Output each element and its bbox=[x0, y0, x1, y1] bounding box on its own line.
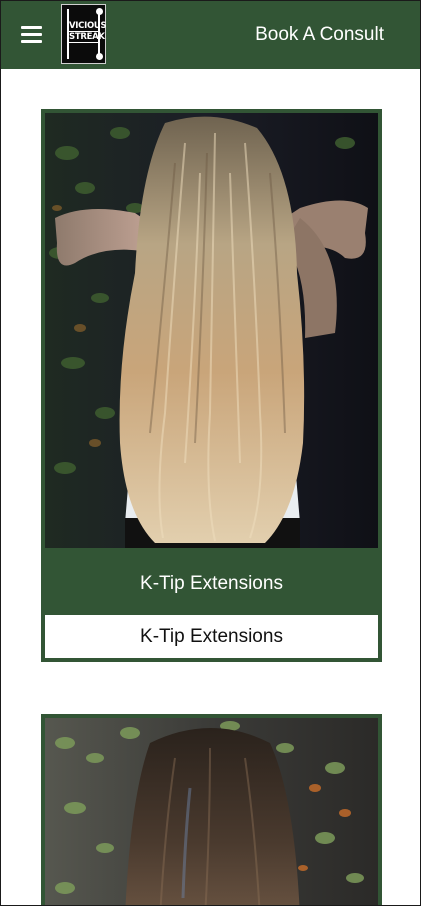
logo-bottom-dot bbox=[96, 53, 103, 60]
site-header: VICIOUS STREAK Book A Consult bbox=[1, 1, 420, 69]
service-title: K-Tip Extensions bbox=[140, 573, 283, 594]
logo-text-line2: STREAK bbox=[69, 32, 105, 43]
hamburger-menu-icon[interactable] bbox=[21, 25, 42, 43]
service-photo-dark-hair bbox=[45, 718, 378, 905]
book-a-consult-link[interactable]: Book A Consult bbox=[255, 23, 384, 47]
logo-text-line1: VICIOUS bbox=[69, 21, 107, 32]
vicious-streak-logo[interactable]: VICIOUS STREAK bbox=[61, 4, 107, 64]
page: VICIOUS STREAK Book A Consult K-Tip Exte… bbox=[0, 0, 421, 906]
service-card bbox=[41, 714, 382, 905]
logo-top-dot bbox=[96, 8, 103, 15]
service-card: K-Tip Extensions K-Tip Extensions bbox=[41, 109, 382, 662]
service-photo-blonde-hair bbox=[45, 113, 378, 548]
service-button[interactable]: K-Tip Extensions bbox=[45, 615, 378, 658]
